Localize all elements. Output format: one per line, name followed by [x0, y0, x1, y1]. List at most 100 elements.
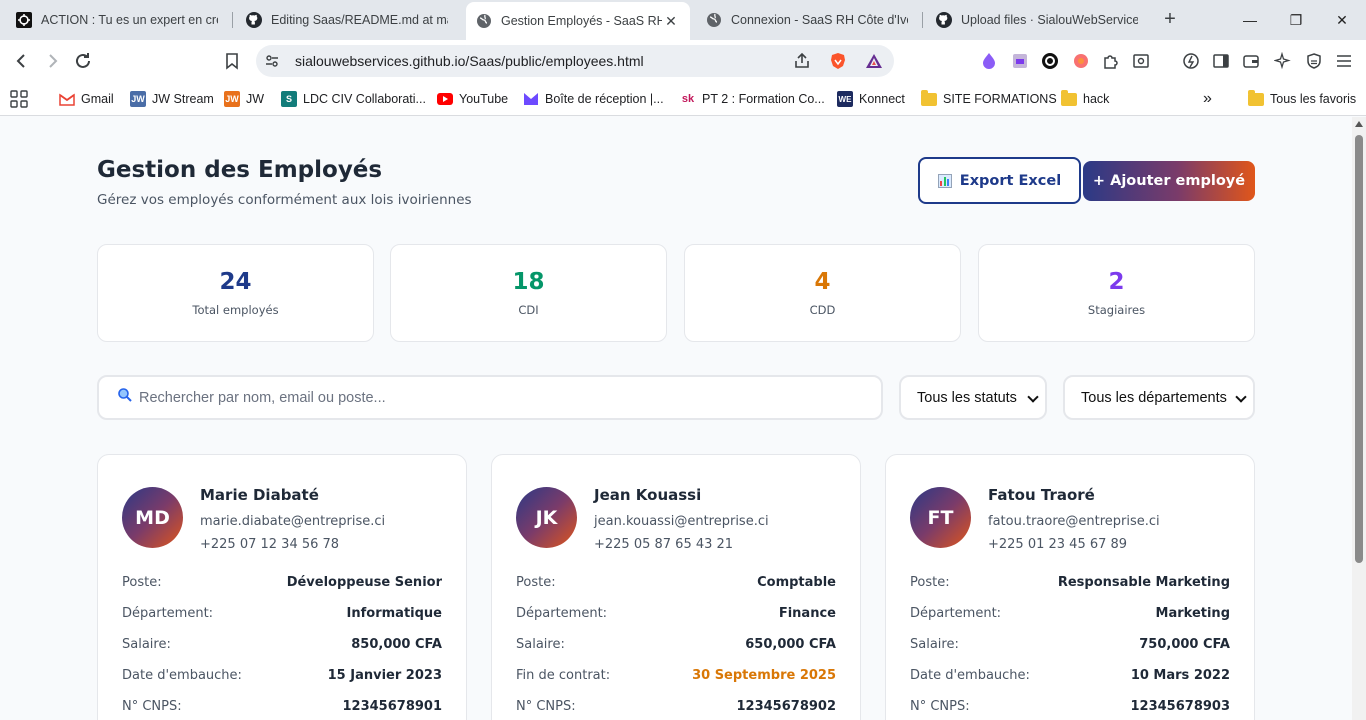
- bookmark-label: Boîte de réception |...: [545, 92, 664, 106]
- stat-label: CDD: [809, 303, 836, 317]
- bookmark-pt2[interactable]: sk PT 2 : Formation Co...: [680, 89, 825, 109]
- search-box[interactable]: [97, 375, 883, 420]
- globe-icon: [706, 12, 722, 28]
- avatar: MD: [122, 487, 183, 548]
- menu-hamburger-icon[interactable]: [1334, 51, 1354, 71]
- apps-grid-icon[interactable]: [10, 89, 28, 109]
- bookmark-gmail[interactable]: Gmail: [59, 89, 114, 109]
- browser-tab-active[interactable]: Gestion Employés - SaaS RH ✕: [466, 2, 690, 40]
- field-row: Salaire: 750,000 CFA: [910, 637, 1230, 657]
- field-value: Comptable: [757, 575, 836, 590]
- employee-email: fatou.traore@entreprise.ci: [988, 514, 1160, 529]
- restore-window-icon[interactable]: ❐: [1284, 8, 1308, 32]
- brave-shield-icon[interactable]: [828, 51, 848, 71]
- sparkle-ai-icon[interactable]: [1273, 51, 1293, 71]
- field-label: N° CNPS:: [122, 699, 182, 714]
- stat-value: 18: [512, 269, 545, 295]
- page-subtitle: Gérez vos employés conformément aux lois…: [97, 192, 472, 208]
- github-icon: [936, 12, 952, 28]
- page-title: Gestion des Employés: [97, 157, 383, 183]
- department-filter-select[interactable]: Tous les départements: [1063, 375, 1255, 420]
- add-employee-button[interactable]: + Ajouter employé: [1083, 161, 1255, 201]
- sharepoint-icon: S: [281, 91, 297, 107]
- share-icon[interactable]: [792, 51, 812, 71]
- extension-circle-icon[interactable]: [1040, 51, 1060, 71]
- jw-icon: JW: [224, 91, 240, 107]
- field-row: Département: Marketing: [910, 606, 1230, 626]
- field-label: Poste:: [516, 575, 556, 590]
- field-label: Salaire:: [516, 637, 565, 652]
- field-label: N° CNPS:: [516, 699, 576, 714]
- wallet-icon[interactable]: [1241, 51, 1261, 71]
- bookmark-label: Tous les favoris: [1270, 92, 1357, 106]
- bookmark-folder-formations[interactable]: SITE FORMATIONS: [921, 89, 1057, 109]
- close-tab-icon[interactable]: ✕: [662, 13, 680, 30]
- field-label: Date d'embauche:: [122, 668, 242, 683]
- field-row: Date d'embauche: 15 Janvier 2023: [122, 668, 442, 688]
- bookmark-folder-hack[interactable]: hack: [1061, 89, 1109, 109]
- minimize-icon[interactable]: —: [1238, 8, 1262, 32]
- address-bar[interactable]: sialouwebservices.github.io/Saas/public/…: [256, 45, 894, 77]
- field-value: Informatique: [346, 606, 442, 621]
- extension-flower-icon[interactable]: [1071, 51, 1091, 71]
- chevron-down-icon: [1027, 391, 1039, 403]
- bookmarks-overflow-chevron-icon[interactable]: »: [1203, 89, 1212, 109]
- bookmark-icon[interactable]: [220, 49, 244, 73]
- field-label: Poste:: [910, 575, 950, 590]
- site-settings-icon[interactable]: [264, 53, 280, 69]
- bookmarks-bar: Gmail JW JW Stream JW JW S LDC CIV Colla…: [0, 82, 1366, 116]
- close-window-icon[interactable]: ✕: [1330, 8, 1354, 32]
- youtube-icon: [437, 91, 453, 107]
- employee-email: marie.diabate@entreprise.ci: [200, 514, 386, 529]
- browser-tab[interactable]: Upload files · SialouWebServices/: [926, 4, 1148, 36]
- tab-divider: [922, 12, 923, 28]
- extension-pdf-icon[interactable]: [1010, 51, 1030, 71]
- browser-tab[interactable]: ACTION : Tu es un expert en créa: [6, 4, 228, 36]
- vpn-shield-icon[interactable]: [1304, 51, 1324, 71]
- github-icon: [246, 12, 262, 28]
- reload-icon[interactable]: [71, 49, 95, 73]
- extensions-puzzle-icon[interactable]: [1101, 51, 1121, 71]
- forward-arrow-icon[interactable]: [40, 49, 64, 73]
- all-bookmarks-folder[interactable]: Tous les favoris: [1248, 89, 1356, 109]
- extension-drop-icon[interactable]: [979, 51, 999, 71]
- browser-tab[interactable]: Connexion - SaaS RH Côte d'Ivoir: [696, 4, 918, 36]
- tab-title: ACTION : Tu es un expert en créa: [41, 13, 218, 27]
- field-row: N° CNPS: 12345678902: [516, 699, 836, 719]
- field-label: Date d'embauche:: [910, 668, 1030, 683]
- field-value: Responsable Marketing: [1057, 575, 1230, 590]
- employee-card[interactable]: JK Jean Kouassi jean.kouassi@entreprise.…: [491, 454, 861, 720]
- employee-phone: +225 01 23 45 67 89: [988, 537, 1128, 552]
- search-input[interactable]: [139, 389, 839, 406]
- stat-value: 24: [219, 269, 252, 295]
- search-icon: [117, 387, 133, 408]
- bookmark-mail[interactable]: Boîte de réception |...: [523, 89, 664, 109]
- search-tab-icon[interactable]: [1131, 51, 1151, 71]
- field-value: Développeuse Senior: [286, 575, 442, 590]
- bookmark-jw-stream[interactable]: JW JW Stream: [130, 89, 214, 109]
- export-excel-button[interactable]: Export Excel: [918, 157, 1081, 204]
- contract-end-value: 30 Septembre 2025: [692, 668, 836, 683]
- employee-card[interactable]: FT Fatou Traoré fatou.traore@entreprise.…: [885, 454, 1255, 720]
- bookmark-label: LDC CIV Collaborati...: [303, 92, 426, 106]
- bookmark-ldc[interactable]: S LDC CIV Collaborati...: [281, 89, 426, 109]
- scroll-up-arrow-icon[interactable]: [1355, 121, 1363, 127]
- department-filter-value: Tous les départements: [1081, 389, 1227, 406]
- new-tab-plus-icon[interactable]: +: [1158, 8, 1182, 32]
- brave-rewards-icon[interactable]: [864, 51, 884, 71]
- page-scrollbar[interactable]: [1352, 117, 1366, 720]
- browser-tab[interactable]: Editing Saas/README.md at mair: [236, 4, 458, 36]
- employee-card[interactable]: MD Marie Diabaté marie.diabate@entrepris…: [97, 454, 467, 720]
- sk-icon: sk: [681, 93, 695, 105]
- bookmark-youtube[interactable]: YouTube: [437, 89, 508, 109]
- avatar: JK: [516, 487, 577, 548]
- back-arrow-icon[interactable]: [10, 49, 34, 73]
- bookmark-konnect[interactable]: WE Konnect: [837, 89, 905, 109]
- field-row: Poste: Comptable: [516, 575, 836, 595]
- sidebar-toggle-icon[interactable]: [1211, 51, 1231, 71]
- bookmark-jw[interactable]: JW JW: [224, 89, 264, 109]
- status-filter-select[interactable]: Tous les statuts: [899, 375, 1047, 420]
- leo-ai-icon[interactable]: [1181, 51, 1201, 71]
- stat-label: Stagiaires: [1087, 303, 1146, 317]
- scrollbar-thumb[interactable]: [1355, 135, 1363, 563]
